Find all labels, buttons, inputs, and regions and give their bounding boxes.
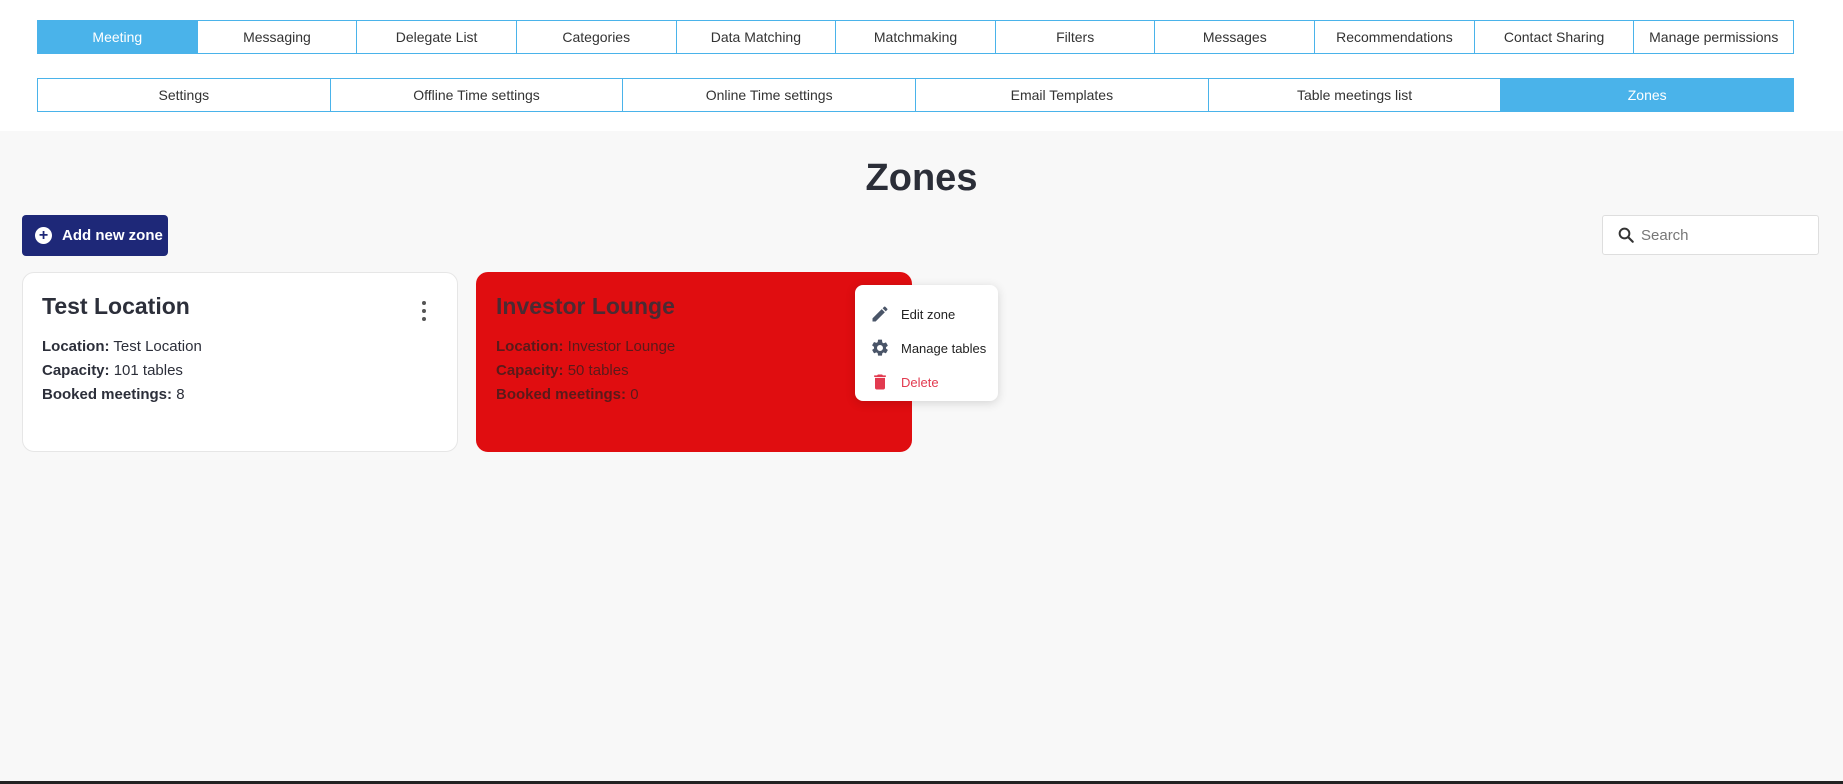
tab-manage-permissions[interactable]: Manage permissions [1634,21,1794,53]
trash-icon [874,374,886,390]
zone-name: Test Location [42,293,190,319]
manage-tables-label: Manage tables [901,340,987,356]
zone-card: Test Location Location: Test Location Ca… [22,272,458,452]
tab-messages[interactable]: Messages [1155,21,1316,53]
zone-location: Location: Investor Lounge [496,335,892,359]
zone-card: Investor Lounge Location: Investor Loung… [476,272,912,452]
booked-meetings-label: Booked meetings: [496,386,627,403]
primary-tab-bar: Meeting Messaging Delegate List Categori… [37,20,1794,54]
capacity-label: Capacity: [496,362,564,379]
zone-booked-meetings: Booked meetings: 0 [496,383,892,407]
capacity-value: 50 tables [567,362,629,379]
edit-zone-menu-item[interactable]: Edit zone [855,297,998,331]
capacity-value: 101 tables [113,362,183,379]
tab-filters[interactable]: Filters [995,21,1156,53]
secondary-tab-bar: Settings Offline Time settings Online Ti… [37,78,1794,112]
location-label: Location: [42,338,110,355]
tab-offline-time-settings[interactable]: Offline Time settings [330,79,624,111]
location-value: Test Location [113,338,202,355]
tab-email-templates[interactable]: Email Templates [916,79,1209,111]
tab-settings[interactable]: Settings [38,79,331,111]
search-box[interactable] [1602,215,1819,255]
delete-menu-item[interactable]: Delete [855,365,998,399]
search-input[interactable] [1639,225,1813,245]
pencil-icon [872,306,888,322]
tab-categories[interactable]: Categories [516,21,677,53]
search-icon [1618,227,1634,243]
capacity-label: Capacity: [42,362,110,379]
tab-contact-sharing[interactable]: Contact Sharing [1474,21,1635,53]
booked-meetings-value: 0 [630,386,639,403]
tab-data-matching[interactable]: Data Matching [676,21,837,53]
location-label: Location: [496,338,564,355]
tab-table-meetings-list[interactable]: Table meetings list [1208,79,1502,111]
add-new-zone-label: Add new zone [62,227,163,244]
tab-meeting[interactable]: Meeting [38,21,198,53]
page-title: Zones [865,157,978,199]
content-area [0,131,1843,781]
tab-zones[interactable]: Zones [1501,79,1794,111]
add-new-zone-button[interactable]: + Add new zone [22,215,168,256]
manage-tables-menu-item[interactable]: Manage tables [855,331,998,365]
tab-delegate-list[interactable]: Delegate List [357,21,517,53]
booked-meetings-label: Booked meetings: [42,386,173,403]
tab-online-time-settings[interactable]: Online Time settings [623,79,917,111]
zone-booked-meetings: Booked meetings: 8 [42,383,438,407]
location-value: Investor Lounge [567,338,676,355]
tab-messaging[interactable]: Messaging [197,21,358,53]
booked-meetings-value: 8 [176,386,185,403]
edit-zone-label: Edit zone [901,306,956,322]
tab-recommendations[interactable]: Recommendations [1315,21,1475,53]
more-options-icon[interactable] [419,301,429,321]
delete-label: Delete [901,374,939,390]
gear-icon [872,339,888,356]
zone-context-menu: Edit zone Manage tables Delete [855,285,998,401]
zone-name: Investor Lounge [496,293,675,319]
plus-circle-icon: + [35,227,52,244]
tab-matchmaking[interactable]: Matchmaking [836,21,996,53]
zone-capacity: Capacity: 101 tables [42,359,438,383]
zone-capacity: Capacity: 50 tables [496,359,892,383]
zone-location: Location: Test Location [42,335,438,359]
